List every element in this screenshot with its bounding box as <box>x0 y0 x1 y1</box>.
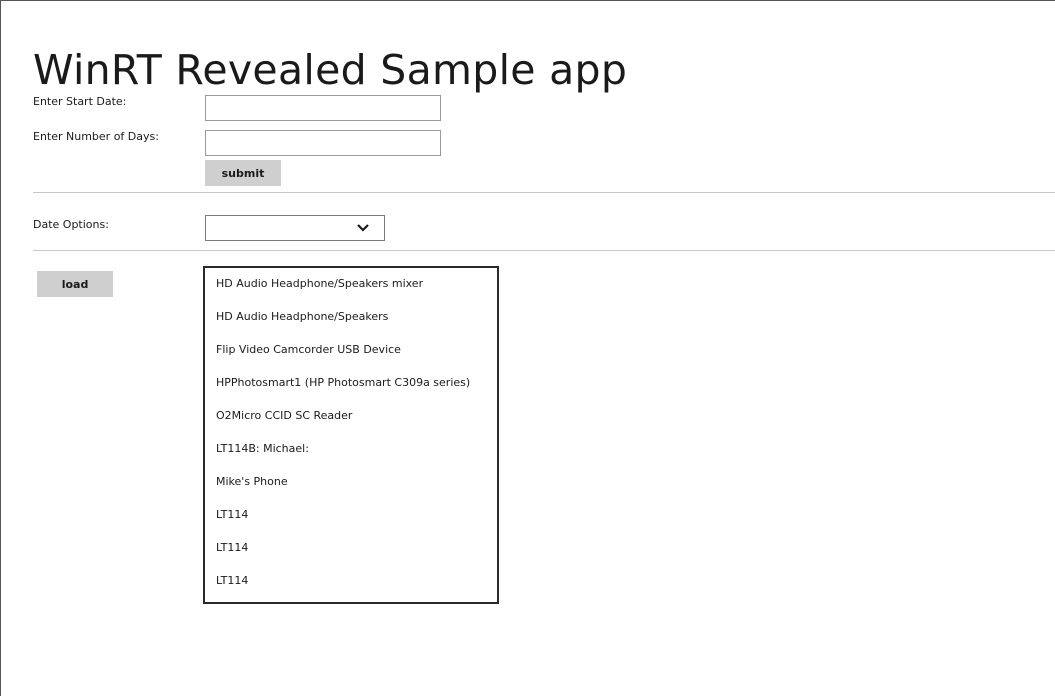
section-divider-2 <box>33 250 1055 251</box>
load-button[interactable]: load <box>37 271 113 297</box>
device-list-item[interactable]: HPPhotosmart1 (HP Photosmart C309a serie… <box>205 371 497 404</box>
device-list-item[interactable]: LT114B: Michael: <box>205 437 497 470</box>
number-of-days-label: Enter Number of Days: <box>33 130 159 143</box>
device-list-item[interactable]: LT114 <box>205 536 497 569</box>
device-list-item[interactable]: HD Audio Headphone/Speakers mixer <box>205 272 497 305</box>
window-left-border <box>0 0 1 696</box>
date-options-label: Date Options: <box>33 218 109 231</box>
device-list-item[interactable]: LT114 <box>205 503 497 536</box>
start-date-input[interactable] <box>205 95 441 121</box>
submit-button[interactable]: submit <box>205 160 281 186</box>
date-options-dropdown[interactable] <box>205 215 385 241</box>
number-of-days-input[interactable] <box>205 130 441 156</box>
device-list-item[interactable]: O2Micro CCID SC Reader <box>205 404 497 437</box>
chevron-down-icon <box>357 224 369 232</box>
device-list-item[interactable]: LT114 <box>205 569 497 602</box>
device-list-item[interactable]: Flip Video Camcorder USB Device <box>205 338 497 371</box>
device-list[interactable]: HD Audio Headphone/Speakers mixer HD Audi… <box>203 266 499 604</box>
start-date-label: Enter Start Date: <box>33 95 127 108</box>
device-list-item[interactable]: HD Audio Headphone/Speakers <box>205 305 497 338</box>
device-list-item[interactable]: Mike's Phone <box>205 470 497 503</box>
page-title: WinRT Revealed Sample app <box>33 46 628 94</box>
window-top-border <box>0 0 1055 1</box>
section-divider-1 <box>33 192 1055 193</box>
